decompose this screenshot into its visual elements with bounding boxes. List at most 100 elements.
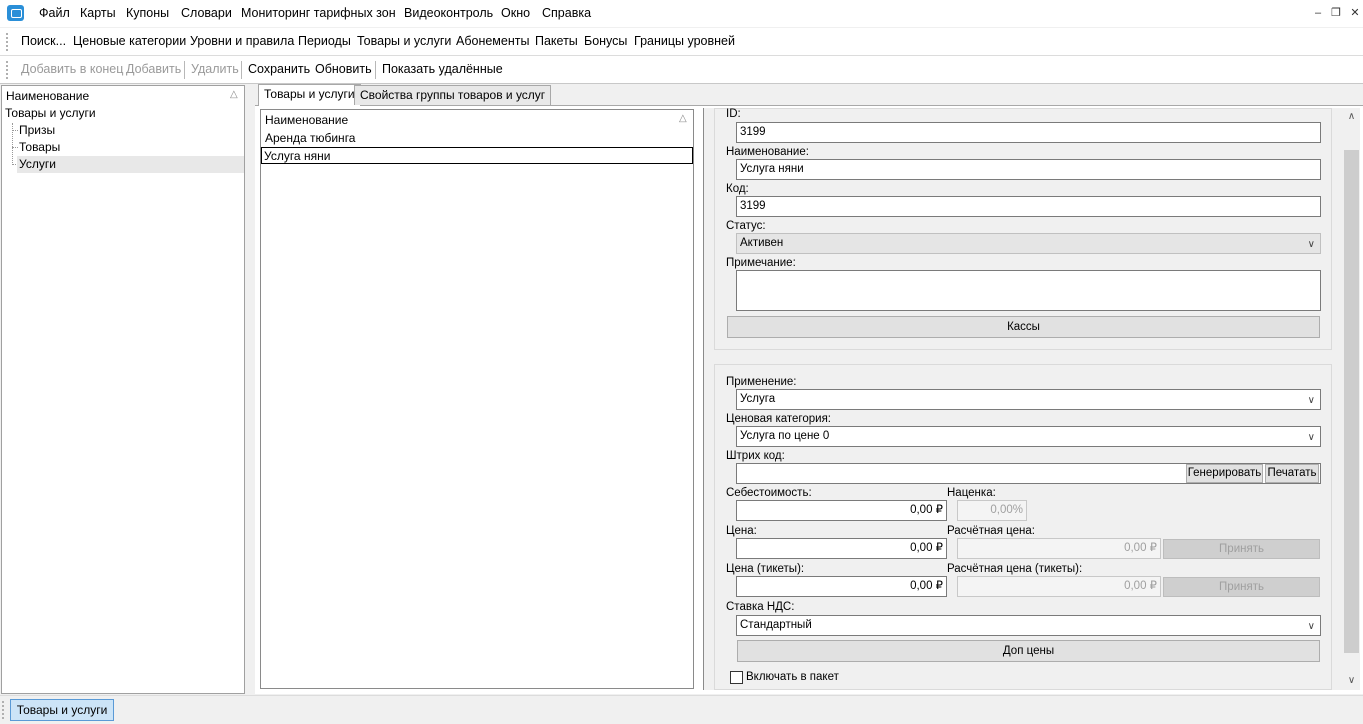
tree-column-header[interactable]: Наименование — [6, 89, 89, 103]
save-button[interactable]: Сохранить — [248, 62, 310, 76]
form-scrollbar[interactable]: ∧ ∨ — [1343, 108, 1360, 690]
toolbar-grip[interactable] — [6, 61, 8, 79]
kassy-button[interactable]: Кассы — [727, 316, 1320, 338]
markup-field[interactable]: 0,00% — [957, 500, 1027, 521]
calc-price-label: Расчётная цена: — [947, 525, 1035, 537]
tree-connector — [12, 130, 18, 131]
menu-window[interactable]: Окно — [501, 6, 530, 20]
menu-video-control[interactable]: Видеоконтроль — [404, 6, 493, 20]
menu-file[interactable]: Файл — [39, 6, 70, 20]
minimize-icon[interactable]: – — [1311, 6, 1325, 20]
calc-price-field[interactable]: 0,00 ₽ — [957, 538, 1161, 559]
note-label: Примечание: — [726, 257, 796, 269]
bonuses-button[interactable]: Бонусы — [584, 34, 627, 48]
levels-rules-button[interactable]: Уровни и правила — [190, 34, 294, 48]
restore-icon[interactable]: ❐ — [1329, 6, 1343, 20]
price-category-value: Услуга по цене 0 — [740, 430, 830, 442]
close-icon[interactable]: ✕ — [1348, 6, 1362, 20]
menu-help[interactable]: Справка — [542, 6, 591, 20]
list-item-selected[interactable]: Услуга няни — [261, 147, 693, 164]
taskbar-grip — [2, 701, 4, 719]
ticket-price-label: Цена (тикеты): — [726, 563, 805, 575]
scrollbar-thumb[interactable] — [1344, 150, 1359, 653]
delete-button[interactable]: Удалить — [191, 62, 239, 76]
tree-node-services[interactable]: Услуги — [19, 157, 56, 171]
search-button[interactable]: Поиск... — [21, 34, 66, 48]
sort-ascending-icon: △ — [679, 113, 687, 124]
name-label: Наименование: — [726, 146, 809, 158]
barcode-label: Штрих код: — [726, 450, 785, 462]
action-toolbar: Добавить в конец Добавить Удалить Сохран… — [0, 56, 1363, 84]
add-button[interactable]: Добавить — [126, 62, 181, 76]
window-taskbar: Товары и услуги — [0, 695, 1363, 724]
menu-dictionaries[interactable]: Словари — [181, 6, 232, 20]
menu-zone-monitoring[interactable]: Мониторинг тарифных зон — [241, 6, 396, 20]
code-field[interactable]: 3199 — [736, 196, 1321, 217]
nav-toolbar: Поиск... Ценовые категории Уровни и прав… — [0, 28, 1363, 56]
chevron-down-icon: ∨ — [1307, 432, 1315, 443]
vat-select[interactable]: Стандартный ∨ — [736, 615, 1321, 636]
generate-barcode-button[interactable]: Генерировать — [1186, 464, 1263, 483]
name-field[interactable]: Услуга няни — [736, 159, 1321, 180]
refresh-button[interactable]: Обновить — [315, 62, 372, 76]
list-column-header[interactable]: Наименование — [265, 113, 348, 127]
main-properties-group — [714, 108, 1332, 350]
price-categories-button[interactable]: Ценовые категории — [73, 34, 186, 48]
packages-button[interactable]: Пакеты — [535, 34, 578, 48]
status-label: Статус: — [726, 220, 766, 232]
periods-button[interactable]: Периоды — [298, 34, 351, 48]
open-window-button[interactable]: Товары и услуги — [10, 699, 114, 721]
tree-node-goods[interactable]: Товары — [19, 140, 60, 154]
scroll-down-icon[interactable]: ∨ — [1343, 672, 1360, 689]
show-deleted-button[interactable]: Показать удалённые — [382, 62, 503, 76]
toolbar-separator — [241, 61, 242, 79]
tree-node-root[interactable]: Товары и услуги — [5, 106, 96, 120]
price-category-label: Ценовая категория: — [726, 413, 831, 425]
goods-services-button[interactable]: Товары и услуги — [357, 34, 451, 48]
chevron-down-icon: ∨ — [1307, 395, 1315, 406]
sort-ascending-icon: △ — [230, 89, 238, 100]
category-tree: Наименование △ Товары и услуги Призы Тов… — [1, 85, 245, 694]
include-in-package-checkbox[interactable] — [730, 671, 743, 684]
chevron-down-icon: ∨ — [1307, 621, 1315, 632]
price-field[interactable]: 0,00 ₽ — [736, 538, 947, 559]
price-label: Цена: — [726, 525, 757, 537]
markup-label: Наценка: — [947, 487, 996, 499]
tab-group-properties[interactable]: Свойства группы товаров и услуг — [354, 85, 552, 105]
usage-value: Услуга — [740, 393, 776, 405]
usage-select[interactable]: Услуга ∨ — [736, 389, 1321, 410]
menu-bar: Файл Карты Купоны Словари Мониторинг тар… — [0, 0, 1363, 27]
tree-connector — [12, 147, 18, 148]
calc-ticket-price-field[interactable]: 0,00 ₽ — [957, 576, 1161, 597]
accept-ticket-price-button[interactable]: Принять — [1163, 577, 1320, 597]
usage-label: Применение: — [726, 376, 797, 388]
menu-cards[interactable]: Карты — [80, 6, 116, 20]
price-category-select[interactable]: Услуга по цене 0 ∨ — [736, 426, 1321, 447]
level-bounds-button[interactable]: Границы уровней — [634, 34, 735, 48]
toolbar-grip[interactable] — [6, 33, 8, 51]
items-list: Наименование △ Аренда тюбинга Услуга нян… — [260, 109, 694, 689]
ticket-price-field[interactable]: 0,00 ₽ — [736, 576, 947, 597]
extra-prices-button[interactable]: Доп цены — [737, 640, 1320, 662]
list-item[interactable]: Аренда тюбинга — [263, 130, 693, 147]
toolbar-separator — [375, 61, 376, 79]
subscriptions-button[interactable]: Абонементы — [456, 34, 529, 48]
status-select[interactable]: Активен ∨ — [736, 233, 1321, 254]
status-value: Активен — [740, 237, 784, 249]
cost-label: Себестоимость: — [726, 487, 812, 499]
app-icon — [7, 5, 24, 21]
menu-coupons[interactable]: Купоны — [126, 6, 169, 20]
vat-label: Ставка НДС: — [726, 601, 795, 613]
calc-ticket-price-label: Расчётная цена (тикеты): — [947, 563, 1083, 575]
print-barcode-button[interactable]: Печатать — [1265, 464, 1319, 483]
tree-node-prizes[interactable]: Призы — [19, 123, 55, 137]
id-field[interactable]: 3199 — [736, 122, 1321, 143]
tab-goods-services[interactable]: Товары и услуги — [258, 84, 361, 106]
accept-price-button[interactable]: Принять — [1163, 539, 1320, 559]
add-to-end-button[interactable]: Добавить в конец — [21, 62, 123, 76]
note-textarea[interactable] — [736, 270, 1321, 311]
include-in-package-label[interactable]: Включать в пакет — [746, 671, 839, 683]
scroll-up-icon[interactable]: ∧ — [1343, 108, 1360, 125]
id-label: ID: — [726, 108, 741, 120]
cost-field[interactable]: 0,00 ₽ — [736, 500, 947, 521]
